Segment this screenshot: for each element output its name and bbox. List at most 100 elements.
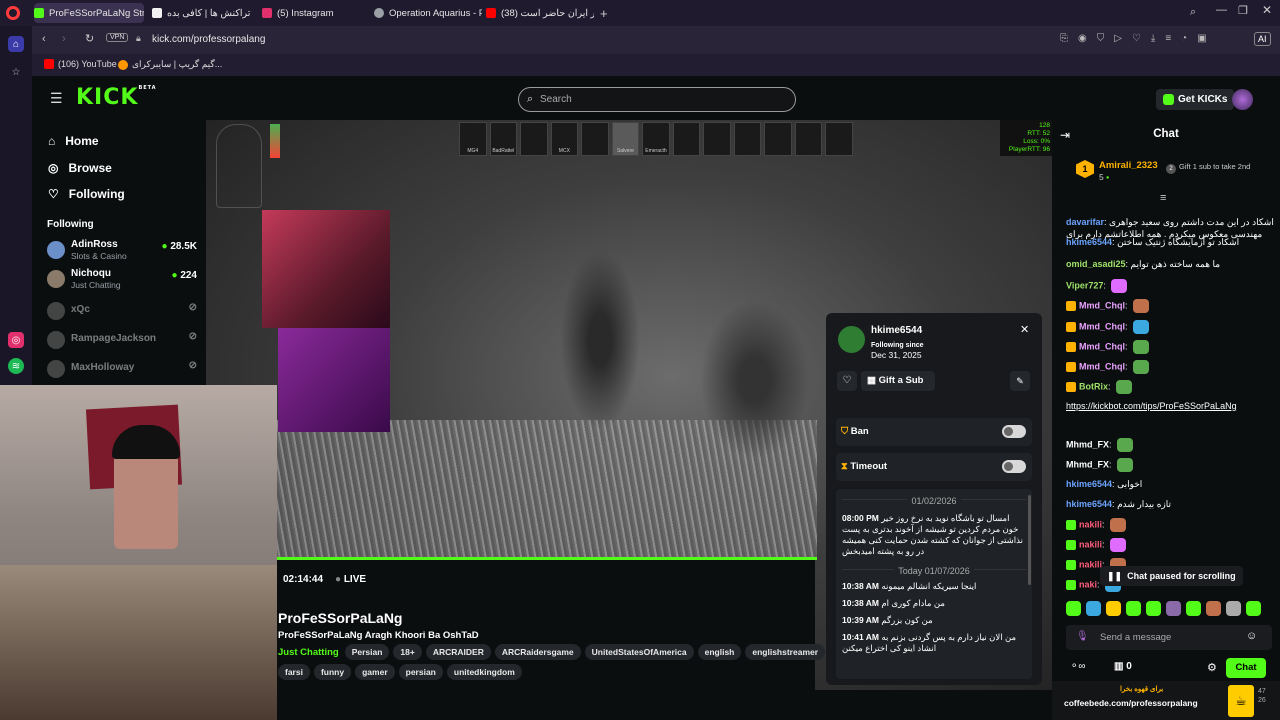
search-tabs-icon[interactable]: ⌕: [1190, 6, 1196, 19]
category-link[interactable]: Just Chatting: [278, 647, 339, 658]
play-icon[interactable]: ▷: [1114, 33, 1122, 44]
following-item-xqc[interactable]: xQc ⊘: [47, 300, 197, 322]
top-gifter-name[interactable]: Amirali_2323: [1099, 160, 1158, 171]
gift-sub-button[interactable]: ▦ Gift a Sub: [861, 371, 935, 391]
reload-icon[interactable]: ↻: [85, 32, 94, 45]
tag[interactable]: ARCRaidersgame: [494, 644, 581, 660]
chat-username[interactable]: nakili: [1079, 559, 1102, 569]
nav-following[interactable]: ♡ Following: [48, 187, 125, 201]
emote-icon[interactable]: [1126, 601, 1141, 616]
timeout-toggle[interactable]: [1002, 460, 1026, 473]
home-sidebar-icon[interactable]: ⌂: [8, 36, 24, 52]
chat-username[interactable]: omid_asadi25: [1066, 259, 1126, 269]
ai-button[interactable]: AI: [1254, 32, 1271, 46]
ban-row[interactable]: ⛉ Ban: [836, 418, 1032, 446]
chat-message[interactable]: Viper727:: [1066, 279, 1276, 293]
chat-message[interactable]: BotRix:: [1066, 380, 1276, 394]
emote-icon[interactable]: [1086, 601, 1101, 616]
chat-message[interactable]: Mmd_Chql:: [1066, 340, 1276, 354]
tag[interactable]: UnitedStatesOfAmerica: [584, 644, 694, 660]
chat-username[interactable]: Viper727: [1066, 280, 1103, 290]
chat-text[interactable]: https://kickbot.com/tips/ProFeSSorPaLaNg: [1066, 401, 1237, 411]
chat-username[interactable]: Mmd_Chql: [1079, 361, 1125, 371]
maximize-icon[interactable]: ❐: [1238, 4, 1248, 17]
chat-message[interactable]: Mmd_Chql:: [1066, 320, 1276, 334]
emote-icon[interactable]: [1226, 601, 1241, 616]
instagram-sidebar-icon[interactable]: ◎: [8, 332, 24, 348]
emote-icon[interactable]: [1186, 601, 1201, 616]
chat-username[interactable]: hkime6544: [1066, 479, 1112, 489]
forward-icon[interactable]: ›: [62, 33, 66, 45]
tag[interactable]: unitedkingdom: [446, 664, 522, 680]
chat-username[interactable]: Mmd_Chql: [1079, 300, 1125, 310]
tag[interactable]: funny: [313, 664, 352, 680]
chat-username[interactable]: davarifar: [1066, 217, 1104, 227]
points-display[interactable]: ▥ 0: [1114, 661, 1132, 672]
get-kicks-button[interactable]: Get KICKs: [1156, 89, 1235, 110]
tab-youtube[interactable]: آیا رهبر ایران حاضر است (38): [486, 3, 594, 23]
star-sidebar-icon[interactable]: ☆: [8, 64, 24, 80]
tag[interactable]: gamer: [355, 664, 395, 680]
kick-logo[interactable]: KICKBETA: [76, 85, 157, 110]
chat-tools-icon[interactable]: ⚬∞: [1070, 661, 1086, 672]
emote-icon[interactable]: [1246, 601, 1261, 616]
chat-username[interactable]: Mhmd_FX: [1066, 459, 1109, 469]
tab-operation-aquarius[interactable]: Operation Aquarius - Part: [374, 3, 482, 23]
chat-username[interactable]: nakili: [1079, 539, 1102, 549]
vpn-badge[interactable]: VPN: [106, 33, 129, 42]
following-item-maxholloway[interactable]: MaxHolloway ⊘: [47, 358, 197, 380]
chat-message[interactable]: hkime6544: اشکاد تو آزمایشگاه ژنتیک ساخت…: [1066, 236, 1276, 248]
mod-action-button[interactable]: ✎: [1010, 371, 1030, 391]
chat-message[interactable]: omid_asadi25: ما همه ساخته ذهن توایم: [1066, 258, 1276, 270]
tag[interactable]: farsi: [278, 664, 310, 680]
tab-instagram[interactable]: (5) Instagram: [262, 3, 362, 23]
close-window-icon[interactable]: ✕: [1262, 3, 1272, 17]
following-item-adinross[interactable]: AdinRoss Slots & Casino ● 28.5K: [47, 239, 197, 261]
chat-username[interactable]: naki: [1079, 579, 1097, 589]
emote-icon[interactable]: [1146, 601, 1161, 616]
tag[interactable]: 18+: [393, 644, 422, 660]
menu-icon[interactable]: ≡: [1165, 33, 1171, 44]
following-item-nichoqu[interactable]: Nichoqu Just Chatting ● 224: [47, 268, 197, 290]
chat-message[interactable]: hkime6544: اخوابی: [1066, 478, 1276, 490]
tab-kick[interactable]: ProFeSSorPaLaNg Stream: [34, 3, 144, 23]
chat-message[interactable]: Mhmd_FX:: [1066, 438, 1276, 452]
url-field[interactable]: kick.com/professorpalang: [152, 34, 265, 45]
minimize-icon[interactable]: —: [1216, 4, 1227, 16]
tag[interactable]: persian: [398, 664, 443, 680]
chat-message[interactable]: nakili:: [1066, 538, 1276, 552]
nav-browse[interactable]: ◎ Browse: [48, 161, 112, 175]
chat-message[interactable]: https://kickbot.com/tips/ProFeSSorPaLaNg: [1066, 400, 1276, 412]
chat-username[interactable]: Mmd_Chql: [1079, 341, 1125, 351]
tag[interactable]: english: [697, 644, 742, 660]
gift-cta[interactable]: Gift 1 sub to take 2nd: [1179, 162, 1259, 171]
share-icon[interactable]: ⎘: [1060, 33, 1068, 44]
search-input[interactable]: ⌕ Search: [518, 87, 796, 112]
extension-icon[interactable]: ▣: [1197, 33, 1206, 44]
streamer-name[interactable]: ProFeSSorPaLaNg: [278, 610, 402, 626]
chat-username[interactable]: hkime6544: [1066, 499, 1112, 509]
bookmark-gamegrip[interactable]: گیم گریپ | سایبرکرای...: [118, 59, 222, 70]
chat-message[interactable]: nakili:: [1066, 518, 1276, 532]
close-icon[interactable]: ✕: [1020, 323, 1029, 336]
chat-message[interactable]: Mhmd_FX:: [1066, 458, 1276, 472]
heart-icon[interactable]: ♡: [1132, 33, 1141, 44]
tag[interactable]: Persian: [344, 644, 390, 660]
user-card-username[interactable]: hkime6544: [871, 325, 922, 336]
tag[interactable]: ARCRAIDER: [425, 644, 491, 660]
chat-username[interactable]: hkime6544: [1066, 237, 1112, 247]
chat-username[interactable]: Mhmd_FX: [1066, 439, 1109, 449]
history-scrollbar[interactable]: [1028, 495, 1031, 585]
tab-coffeebede[interactable]: تراکنش ها | کافی بده: [152, 3, 252, 23]
chat-message[interactable]: hkime6544: تازه بیدار شدم: [1066, 498, 1276, 510]
emote-icon[interactable]: [1166, 601, 1181, 616]
camera-icon[interactable]: ◉: [1078, 33, 1087, 44]
mic-icon[interactable]: 🎙︎: [1076, 631, 1089, 642]
opera-logo-icon[interactable]: [6, 6, 20, 20]
chat-username[interactable]: BotRix: [1079, 381, 1108, 391]
follow-heart-button[interactable]: ♡: [837, 371, 857, 391]
new-tab-button[interactable]: +: [600, 3, 614, 23]
spotify-sidebar-icon[interactable]: ≋: [8, 358, 24, 374]
hamburger-menu-icon[interactable]: ☰: [50, 90, 63, 107]
chat-username[interactable]: nakili: [1079, 519, 1102, 529]
